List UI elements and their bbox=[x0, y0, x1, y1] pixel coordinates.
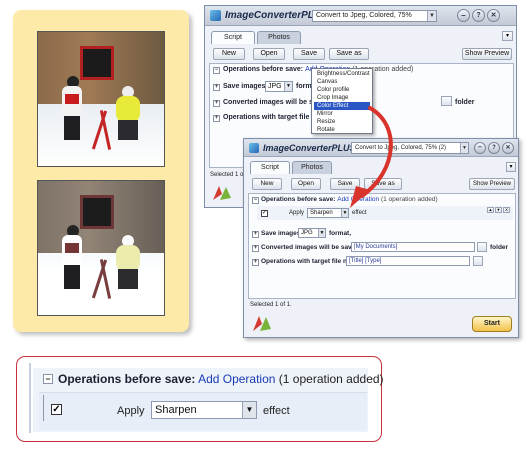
close-button[interactable]: ✕ bbox=[502, 142, 514, 154]
open-button[interactable]: Open bbox=[253, 48, 285, 60]
show-preview-button[interactable]: Show Preview bbox=[462, 48, 512, 60]
dropdown-caret-icon: ▼ bbox=[242, 402, 256, 418]
new-button[interactable]: New bbox=[213, 48, 245, 60]
zoom-panel: − Operations before save: Add Operation … bbox=[33, 368, 384, 432]
collapse-icon: ▾ bbox=[505, 33, 509, 39]
tab-script[interactable]: Script bbox=[250, 161, 290, 174]
before-save-label: Operations before save: bbox=[223, 66, 304, 73]
tab-photos[interactable]: Photos bbox=[257, 31, 301, 44]
format-dropdown[interactable]: JPG ▼ bbox=[298, 228, 326, 238]
expand-icon[interactable]: + bbox=[213, 84, 220, 91]
menu-item-color-profile[interactable]: Color profile bbox=[314, 86, 370, 94]
save-as-button[interactable]: Save as bbox=[329, 48, 369, 60]
operation-checkbox[interactable]: ✓ bbox=[261, 210, 268, 217]
logo-icon bbox=[251, 313, 273, 333]
close-button[interactable]: ✕ bbox=[487, 9, 500, 22]
help-icon: ? bbox=[476, 12, 481, 19]
collapse-icon[interactable]: − bbox=[43, 374, 53, 384]
app-icon bbox=[210, 10, 221, 21]
title-bar: ImageConverterPLUS Convert to Jpeg, Colo… bbox=[205, 6, 516, 26]
expand-icon[interactable]: + bbox=[213, 115, 220, 122]
photo-comparison-panel bbox=[13, 10, 189, 332]
folder-suffix: folder bbox=[455, 99, 475, 106]
format-dropdown[interactable]: JPG ▼ bbox=[265, 81, 293, 92]
checkbox-icon: ✓ bbox=[52, 404, 61, 415]
expand-icon[interactable]: + bbox=[213, 100, 220, 107]
expand-icon[interactable]: + bbox=[252, 245, 259, 252]
checkbox-icon: ✓ bbox=[262, 210, 268, 216]
preset-dropdown[interactable]: Convert to Jpeg, Colored, 75% ▼ bbox=[312, 10, 437, 22]
dropdown-caret-icon: ▼ bbox=[460, 143, 468, 153]
collapse-button[interactable]: ▾ bbox=[502, 31, 513, 41]
logo-icon bbox=[211, 184, 233, 202]
minimize-icon: – bbox=[461, 11, 466, 20]
help-button[interactable]: ? bbox=[472, 9, 485, 22]
new-button[interactable]: New bbox=[252, 178, 282, 190]
minimize-icon: – bbox=[478, 144, 482, 151]
help-button[interactable]: ? bbox=[488, 142, 500, 154]
minimize-button[interactable]: – bbox=[457, 9, 470, 22]
start-button[interactable]: Start bbox=[472, 316, 512, 332]
collapse-icon: ▾ bbox=[509, 164, 513, 170]
menu-item-brightness-contrast[interactable]: Brightness/Contrast bbox=[314, 70, 370, 78]
apply-label: Apply bbox=[289, 210, 305, 216]
menu-item-canvas[interactable]: Canvas bbox=[314, 78, 370, 86]
dropdown-caret-icon: ▼ bbox=[318, 229, 325, 237]
delete-icon: ✕ bbox=[504, 207, 509, 212]
target-name-button[interactable] bbox=[473, 256, 483, 266]
folder-suffix: folder bbox=[490, 244, 509, 251]
show-preview-button[interactable]: Show Preview bbox=[469, 178, 515, 190]
operation-count: (1 operation added) bbox=[278, 372, 384, 386]
tab-script[interactable]: Script bbox=[211, 31, 255, 44]
operation-row: ✓ Apply Sharpen ▼ effect bbox=[39, 392, 367, 430]
move-down-icon: ▼ bbox=[496, 207, 501, 212]
folder-field[interactable]: [My Documents] bbox=[351, 242, 475, 252]
app-icon bbox=[249, 143, 259, 153]
save-button[interactable]: Save bbox=[293, 48, 325, 60]
operation-checkbox[interactable]: ✓ bbox=[51, 404, 62, 415]
delete-button[interactable]: ✕ bbox=[503, 207, 510, 213]
before-save-label: Operations before save: bbox=[58, 372, 196, 386]
add-operation-link[interactable]: Add Operation bbox=[198, 372, 275, 386]
move-up-button[interactable]: ▲ bbox=[487, 207, 494, 213]
before-save-label: Operations before save: bbox=[261, 196, 336, 203]
close-icon: ✕ bbox=[490, 12, 497, 19]
target-name-field[interactable]: [Title] [Type] bbox=[346, 256, 470, 266]
close-icon: ✕ bbox=[505, 145, 511, 151]
status-text: Selected 1 o bbox=[210, 172, 244, 178]
effect-dropdown[interactable]: Sharpen ▼ bbox=[151, 401, 257, 419]
expand-icon[interactable]: + bbox=[252, 259, 259, 266]
arrow-icon bbox=[350, 106, 393, 208]
zoom-callout: − Operations before save: Add Operation … bbox=[16, 356, 384, 442]
move-up-icon: ▲ bbox=[488, 207, 493, 212]
browse-button[interactable] bbox=[477, 242, 487, 252]
effect-suffix: effect bbox=[263, 405, 290, 417]
dropdown-caret-icon: ▼ bbox=[427, 11, 436, 21]
original-photo bbox=[37, 31, 165, 167]
format-suffix: format, bbox=[329, 230, 352, 237]
converted-photo bbox=[37, 180, 165, 316]
apply-label: Apply bbox=[117, 405, 145, 417]
status-text: Selected 1 of 1. bbox=[250, 302, 292, 308]
collapse-icon[interactable]: − bbox=[213, 67, 220, 74]
move-down-button[interactable]: ▼ bbox=[495, 207, 502, 213]
browse-button[interactable] bbox=[441, 96, 452, 106]
help-icon: ? bbox=[492, 145, 496, 151]
minimize-button[interactable]: – bbox=[474, 142, 486, 154]
dropdown-caret-icon: ▼ bbox=[284, 82, 292, 91]
expand-icon[interactable]: + bbox=[252, 231, 259, 238]
collapse-button[interactable]: ▾ bbox=[506, 162, 516, 172]
tab-photos[interactable]: Photos bbox=[292, 161, 332, 174]
collapse-icon[interactable]: − bbox=[252, 197, 259, 204]
open-button[interactable]: Open bbox=[291, 178, 321, 190]
